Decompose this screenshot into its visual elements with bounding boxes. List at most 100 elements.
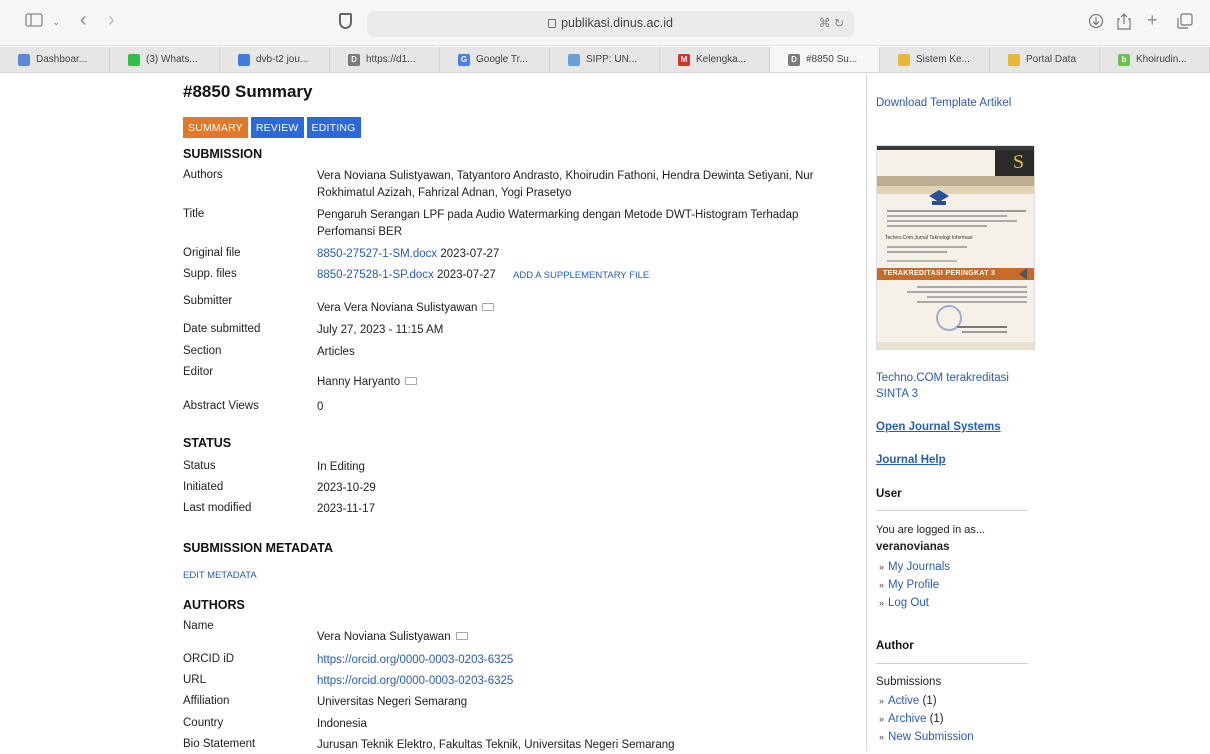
tab-label: SIPP: UN... bbox=[586, 54, 638, 65]
submission-metadata-heading: SUBMISSION METADATA bbox=[183, 541, 333, 555]
cover-banner: TERAKREDITASI PERINGKAT 3 bbox=[883, 270, 996, 277]
tab-favicon-icon bbox=[898, 53, 910, 66]
country-label: Country bbox=[183, 717, 224, 729]
submitter-label: Submitter bbox=[183, 295, 233, 307]
browser-tab[interactable]: SIPP: UN... bbox=[550, 47, 660, 72]
supp-file-date: 2023-07-27 bbox=[437, 269, 496, 281]
my-profile-link[interactable]: » My Profile bbox=[879, 579, 939, 591]
my-journals-label: My Journals bbox=[888, 561, 951, 573]
title-label: Title bbox=[183, 208, 205, 220]
status-label: Status bbox=[183, 460, 216, 472]
my-profile-label: My Profile bbox=[888, 579, 940, 591]
section-label: Section bbox=[183, 345, 222, 357]
browser-tab[interactable]: Portal Data bbox=[990, 47, 1100, 72]
download-icon[interactable] bbox=[1088, 13, 1104, 35]
active-count: (1) bbox=[922, 695, 937, 707]
tab-favicon-icon bbox=[568, 53, 580, 66]
browser-tab[interactable]: G Google Tr... bbox=[440, 47, 550, 72]
affiliation-value: Universitas Negeri Semarang bbox=[317, 696, 468, 708]
email-icon[interactable] bbox=[405, 377, 418, 385]
original-file-link[interactable]: 8850-27527-1-SM.docx bbox=[317, 248, 437, 260]
lock-icon bbox=[548, 19, 557, 28]
tab-label: Google Tr... bbox=[476, 54, 528, 65]
journal-cover-image[interactable]: S Techno.Com Jurnal Teknologi Informasi … bbox=[876, 145, 1035, 350]
tab-editing[interactable]: EDITING bbox=[306, 117, 361, 138]
archive-count: (1) bbox=[929, 713, 944, 725]
my-journals-link[interactable]: » My Journals bbox=[879, 561, 950, 573]
log-out-link[interactable]: » Log Out bbox=[879, 597, 929, 609]
submitter-value: Vera Vera Noviana Sulistyawan bbox=[317, 302, 478, 314]
orcid-link[interactable]: https://orcid.org/0000-0003-0203-6325 bbox=[317, 652, 847, 669]
submission-tabs: SUMMARY REVIEW EDITING bbox=[183, 117, 361, 138]
initiated-label: Initiated bbox=[183, 481, 224, 493]
date-submitted-value: July 27, 2023 - 11:15 AM bbox=[317, 324, 444, 336]
abstract-views-label: Abstract Views bbox=[183, 400, 259, 412]
browser-tab[interactable]: D #8850 Su... bbox=[770, 47, 880, 72]
download-template-link[interactable]: Download Template Artikel bbox=[876, 97, 1011, 109]
page-title: #8850 Summary bbox=[183, 82, 313, 101]
supp-files-row: 8850-27528-1-SP.docx 2023-07-27 ADD A SU… bbox=[317, 267, 847, 284]
forward-icon[interactable]: › bbox=[108, 10, 115, 30]
author-divider bbox=[876, 663, 1028, 664]
chevron-down-icon[interactable]: ⌄ bbox=[52, 13, 60, 33]
browser-tab[interactable]: dvb-t2 jou... bbox=[220, 47, 330, 72]
status-value: In Editing bbox=[317, 461, 365, 473]
authors-label: Authors bbox=[183, 169, 223, 181]
accreditation-text[interactable]: Techno.COM terakreditasi SINTA 3 bbox=[876, 370, 1036, 402]
address-bar[interactable]: publikasi.dinus.ac.id ⌘ ↻ bbox=[367, 11, 854, 37]
share-icon[interactable] bbox=[1117, 13, 1131, 36]
country-value: Indonesia bbox=[317, 718, 367, 730]
browser-tab[interactable]: Dashboar... bbox=[0, 47, 110, 72]
editor-label: Editor bbox=[183, 366, 214, 378]
tab-review[interactable]: REVIEW bbox=[250, 117, 304, 138]
supp-file-link[interactable]: 8850-27528-1-SP.docx bbox=[317, 269, 434, 281]
new-submission-link[interactable]: » New Submission bbox=[879, 731, 974, 743]
back-icon[interactable]: ‹ bbox=[80, 10, 87, 30]
new-tab-icon[interactable]: + bbox=[1147, 10, 1158, 30]
main-content: #8850 Summary SUMMARY REVIEW EDITING SUB… bbox=[0, 74, 866, 751]
tab-favicon-icon: b bbox=[1118, 53, 1130, 66]
browser-tab[interactable]: (3) Whats... bbox=[110, 47, 220, 72]
bio-value: Jurusan Teknik Elektro, Fakultas Teknik,… bbox=[317, 739, 675, 751]
submission-heading: SUBMISSION bbox=[183, 147, 263, 161]
archive-submissions-link[interactable]: » Archive (1) bbox=[879, 713, 944, 725]
browser-tab[interactable]: Dhttps://d1... bbox=[330, 47, 440, 72]
new-submission-label: New Submission bbox=[888, 731, 974, 743]
original-file-date: 2023-07-27 bbox=[440, 248, 500, 260]
active-submissions-link[interactable]: » Active (1) bbox=[879, 695, 937, 707]
authors-heading: AUTHORS bbox=[183, 598, 245, 612]
journal-help-link[interactable]: Journal Help bbox=[876, 454, 946, 466]
editor-row: Hanny Haryanto bbox=[317, 374, 847, 391]
tab-overview-icon[interactable] bbox=[1177, 13, 1193, 35]
browser-toolbar: ⌄ ‹ › publikasi.dinus.ac.id ⌘ ↻ + bbox=[0, 0, 1210, 46]
tab-favicon-icon bbox=[128, 53, 140, 66]
privacy-shield-icon[interactable] bbox=[339, 13, 352, 29]
tab-label: https://d1... bbox=[366, 54, 416, 65]
tab-bar: Dashboar... (3) Whats... dvb-t2 jou... Dhtt… bbox=[0, 47, 1210, 73]
browser-tab[interactable]: b Khoirudin... bbox=[1100, 47, 1210, 72]
active-label: Active bbox=[888, 695, 920, 707]
tab-label: Kelengka... bbox=[696, 54, 747, 65]
address-text: publikasi.dinus.ac.id bbox=[561, 16, 673, 30]
tab-summary[interactable]: SUMMARY bbox=[183, 117, 248, 138]
email-icon[interactable] bbox=[482, 303, 495, 311]
edit-metadata-link[interactable]: EDIT METADATA bbox=[183, 570, 257, 581]
url-link[interactable]: https://orcid.org/0000-0003-0203-6325 bbox=[317, 673, 847, 690]
initiated-value: 2023-10-29 bbox=[317, 482, 376, 494]
tab-label: Khoirudin... bbox=[1136, 54, 1187, 65]
last-modified-label: Last modified bbox=[183, 502, 252, 514]
submissions-label: Submissions bbox=[876, 676, 942, 688]
email-icon[interactable] bbox=[455, 632, 468, 640]
editor-value: Hanny Haryanto bbox=[317, 376, 401, 388]
user-divider bbox=[876, 510, 1028, 511]
browser-tab[interactable]: M Kelengka... bbox=[660, 47, 770, 72]
add-supplementary-file-link[interactable]: ADD A SUPPLEMENTARY FILE bbox=[513, 270, 649, 281]
log-out-label: Log Out bbox=[888, 597, 929, 609]
sidebar-toggle-icon[interactable] bbox=[25, 13, 43, 33]
status-heading: STATUS bbox=[183, 436, 232, 450]
reload-icon[interactable]: ⌘ ↻ bbox=[819, 16, 844, 30]
open-journal-systems-link[interactable]: Open Journal Systems bbox=[876, 421, 1001, 433]
tab-label: (3) Whats... bbox=[146, 54, 198, 65]
browser-tab[interactable]: Sistem Ke... bbox=[880, 47, 990, 72]
tab-label: Sistem Ke... bbox=[916, 54, 970, 65]
